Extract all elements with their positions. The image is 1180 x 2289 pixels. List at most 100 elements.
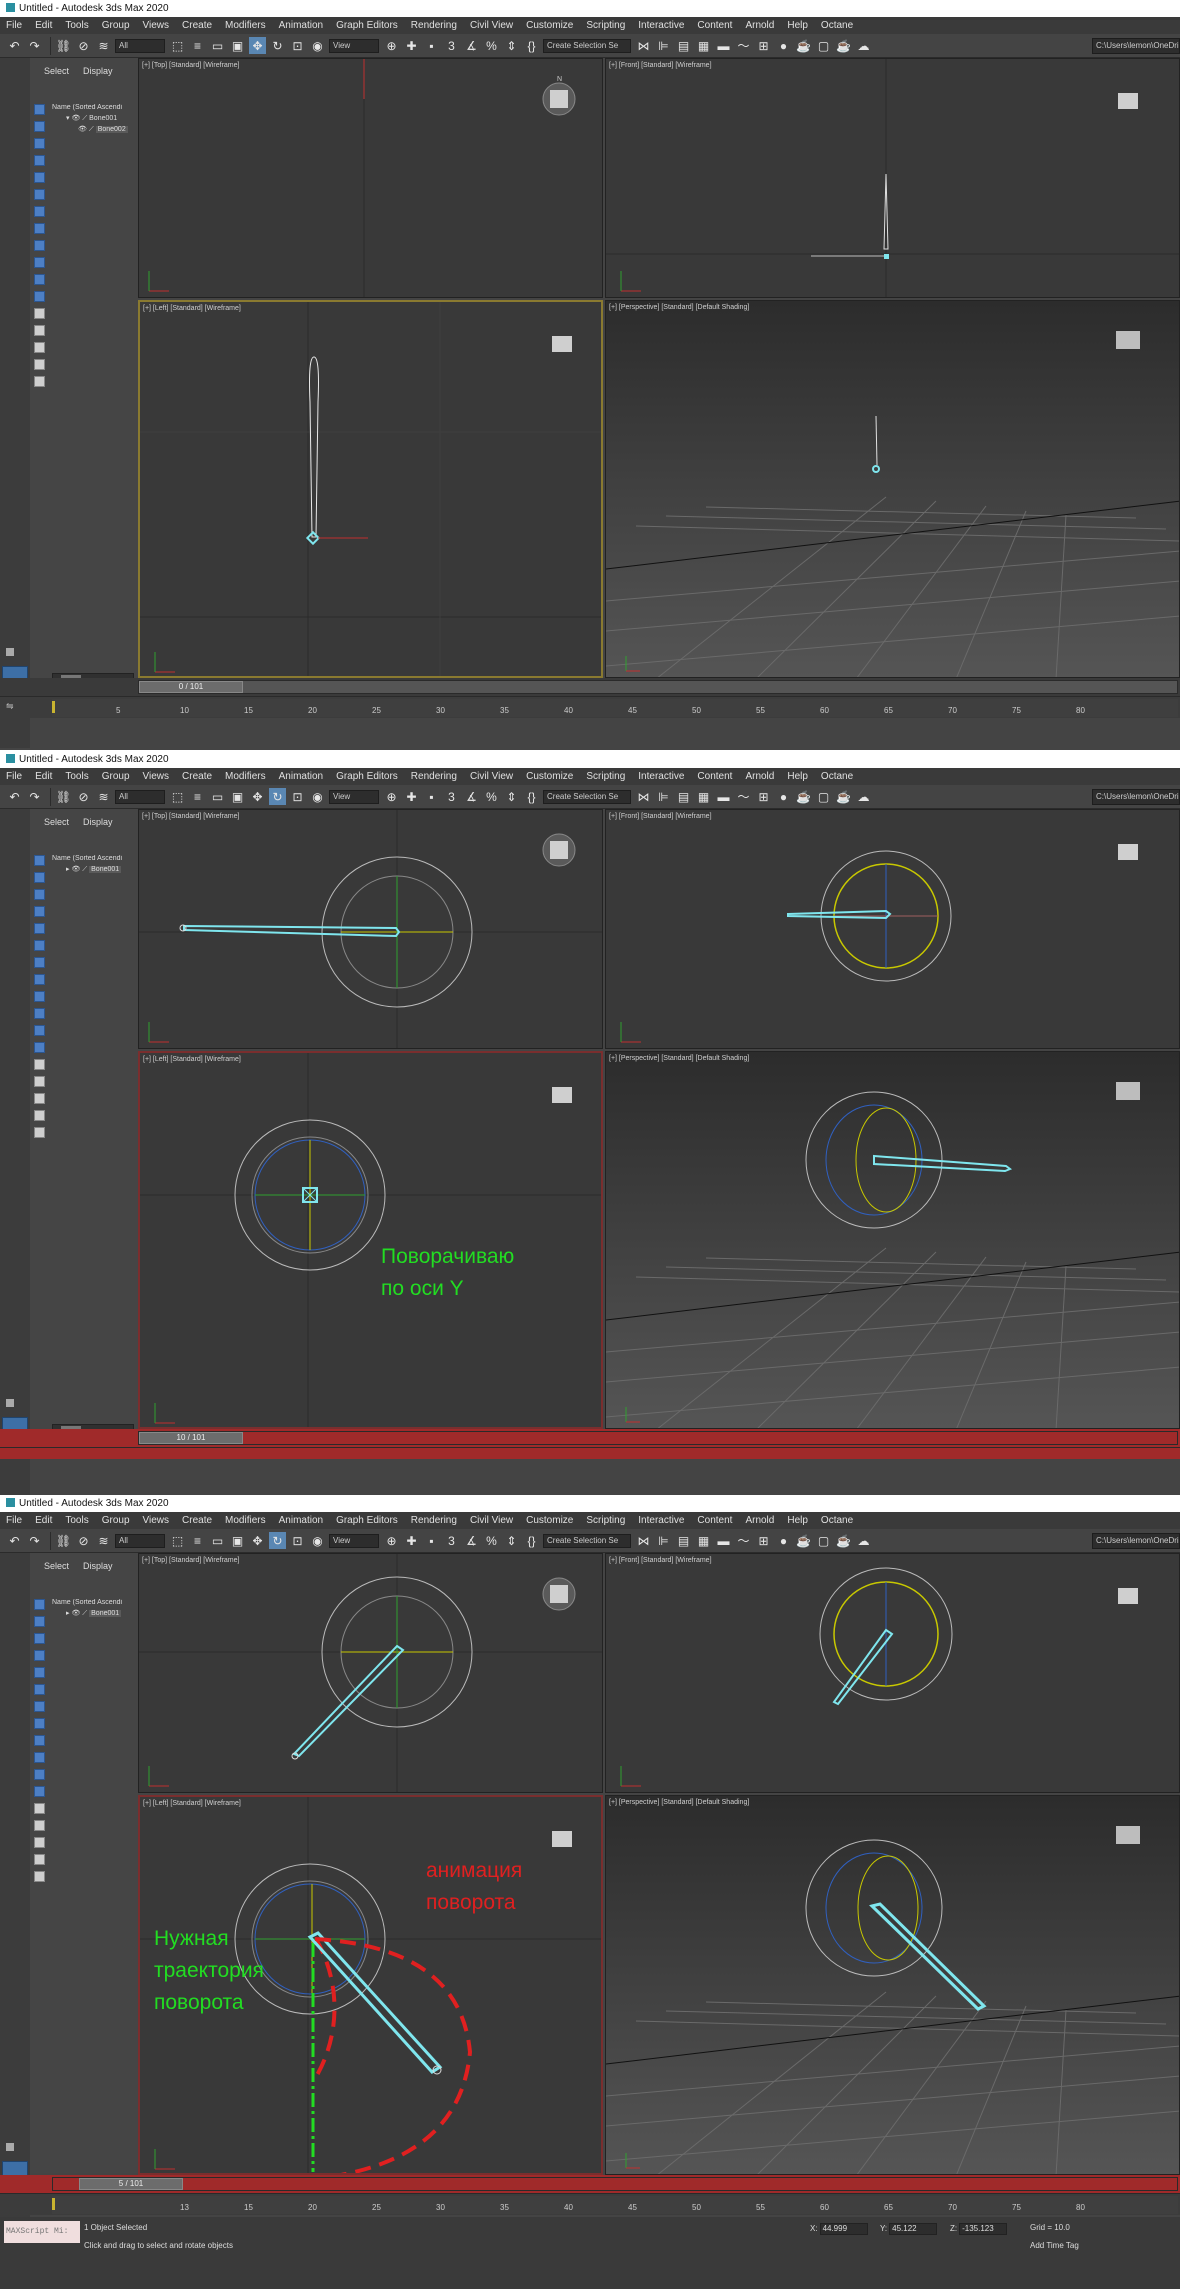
find-icon[interactable] bbox=[34, 1871, 45, 1882]
z-value-field[interactable]: -135.123 bbox=[959, 2223, 1008, 2235]
ribbon-icon[interactable]: ▬ bbox=[715, 1532, 732, 1549]
reference-coordinate-dropdown[interactable]: View bbox=[329, 38, 379, 53]
undo-icon[interactable]: ↶ bbox=[6, 788, 23, 805]
undo-icon[interactable]: ↶ bbox=[6, 1532, 23, 1549]
time-slider[interactable]: 5 / 101 bbox=[52, 2177, 1178, 2191]
mirror-icon[interactable]: ⋈ bbox=[635, 1532, 652, 1549]
containers-filter-icon[interactable] bbox=[34, 257, 45, 268]
menu-views[interactable]: Views bbox=[143, 1515, 170, 1526]
edit-named-selection-icon[interactable]: {} bbox=[523, 788, 540, 805]
render-icon[interactable]: ☕ bbox=[835, 788, 852, 805]
link-icon[interactable]: ⛓ bbox=[55, 1532, 72, 1549]
menu-arnold[interactable]: Arnold bbox=[745, 20, 774, 31]
menu-create[interactable]: Create bbox=[182, 20, 212, 31]
curve-editor-icon[interactable]: 〜 bbox=[735, 37, 752, 54]
menu-arnold[interactable]: Arnold bbox=[745, 1515, 774, 1526]
render-frame-icon[interactable]: ▢ bbox=[815, 1532, 832, 1549]
select-scale-icon[interactable]: ⊡ bbox=[289, 37, 306, 54]
bind-space-warp-icon[interactable]: ≋ bbox=[95, 788, 112, 805]
track-bar[interactable]: ⇋ 5 10 15 20 25 30 35 40 45 50 55 60 65 70 75 80 bbox=[0, 696, 1180, 718]
scene-explorer-icon[interactable]: ▦ bbox=[695, 788, 712, 805]
viewport-left[interactable]: [+] [Left] [Standard] [Wireframe] анимац… bbox=[138, 1795, 603, 2175]
menu-group[interactable]: Group bbox=[102, 771, 130, 782]
align-icon[interactable]: ⊫ bbox=[655, 1532, 672, 1549]
project-path-field[interactable]: C:\Users\lemon\OneDri bbox=[1092, 38, 1180, 54]
ribbon-icon[interactable]: ▬ bbox=[715, 788, 732, 805]
select-move-icon[interactable]: ✥ bbox=[249, 1532, 266, 1549]
select-rotate-icon[interactable]: ↻ bbox=[269, 37, 286, 54]
viewport-top[interactable]: [+] [Top] [Standard] [Wireframe] N bbox=[138, 58, 603, 298]
scene-explorer-icon[interactable]: ▦ bbox=[695, 37, 712, 54]
menu-tools[interactable]: Tools bbox=[65, 20, 88, 31]
a360-icon[interactable]: ☁ bbox=[855, 788, 872, 805]
time-slider[interactable]: 10 / 101 bbox=[138, 1431, 1178, 1445]
redo-icon[interactable]: ↷ bbox=[26, 37, 43, 54]
tab-select[interactable]: Select bbox=[44, 1561, 69, 1571]
material-editor-icon[interactable]: ● bbox=[775, 37, 792, 54]
frozen-filter-icon[interactable] bbox=[34, 1025, 45, 1036]
schematic-view-icon[interactable]: ⊞ bbox=[755, 1532, 772, 1549]
geometry-filter-icon[interactable] bbox=[34, 1599, 45, 1610]
project-path-field[interactable]: C:\Users\lemon\OneDri bbox=[1092, 789, 1180, 805]
tab-display[interactable]: Display bbox=[83, 817, 113, 827]
menu-views[interactable]: Views bbox=[143, 20, 170, 31]
ribbon-icon[interactable]: ▬ bbox=[715, 37, 732, 54]
menu-civil-view[interactable]: Civil View bbox=[470, 20, 513, 31]
edit-named-selection-icon[interactable]: {} bbox=[523, 37, 540, 54]
percent-snap-icon[interactable]: % bbox=[483, 1532, 500, 1549]
keyboard-shortcut-icon[interactable]: ▪ bbox=[423, 37, 440, 54]
viewport-perspective[interactable]: [+] [Perspective] [Standard] [Default Sh… bbox=[605, 300, 1180, 678]
time-slider-thumb[interactable]: 0 / 101 bbox=[139, 681, 243, 693]
manipulate-icon[interactable]: ✚ bbox=[403, 37, 420, 54]
menu-create[interactable]: Create bbox=[182, 1515, 212, 1526]
project-path-field[interactable]: C:\Users\lemon\OneDri bbox=[1092, 1533, 1180, 1549]
keyboard-shortcut-icon[interactable]: ▪ bbox=[423, 1532, 440, 1549]
spinner-snap-icon[interactable]: ⇕ bbox=[503, 788, 520, 805]
menu-animation[interactable]: Animation bbox=[279, 771, 323, 782]
display-all-icon[interactable] bbox=[34, 308, 45, 319]
menu-modifiers[interactable]: Modifiers bbox=[225, 20, 266, 31]
menu-scripting[interactable]: Scripting bbox=[586, 771, 625, 782]
select-rotate-icon[interactable]: ↻ bbox=[269, 788, 286, 805]
time-slider-thumb[interactable]: 5 / 101 bbox=[79, 2178, 183, 2190]
selection-filter-dropdown[interactable]: All bbox=[115, 1533, 165, 1548]
menu-graph-editors[interactable]: Graph Editors bbox=[336, 1515, 398, 1526]
redo-icon[interactable]: ↷ bbox=[26, 1532, 43, 1549]
tab-select[interactable]: Select bbox=[44, 817, 69, 827]
menu-interactive[interactable]: Interactive bbox=[638, 1515, 684, 1526]
select-scale-icon[interactable]: ⊡ bbox=[289, 1532, 306, 1549]
align-icon[interactable]: ⊫ bbox=[655, 37, 672, 54]
place-icon[interactable]: ◉ bbox=[309, 788, 326, 805]
shapes-filter-icon[interactable] bbox=[34, 1616, 45, 1627]
menu-arnold[interactable]: Arnold bbox=[745, 771, 774, 782]
menu-customize[interactable]: Customize bbox=[526, 771, 573, 782]
menu-edit[interactable]: Edit bbox=[35, 20, 52, 31]
display-none-icon[interactable] bbox=[34, 1820, 45, 1831]
menu-content[interactable]: Content bbox=[697, 20, 732, 31]
menu-tools[interactable]: Tools bbox=[65, 1515, 88, 1526]
reference-coordinate-dropdown[interactable]: View bbox=[329, 789, 379, 804]
helpers-filter-icon[interactable] bbox=[34, 923, 45, 934]
select-object-icon[interactable]: ⬚ bbox=[169, 1532, 186, 1549]
display-none-icon[interactable] bbox=[34, 1076, 45, 1087]
percent-snap-icon[interactable]: % bbox=[483, 37, 500, 54]
tree-header[interactable]: Name (Sorted Ascendi bbox=[52, 855, 136, 865]
viewport-front[interactable]: [+] [Front] [Standard] [Wireframe] bbox=[605, 58, 1180, 298]
viewport-perspective[interactable]: [+] [Perspective] [Standard] [Default Sh… bbox=[605, 1051, 1180, 1429]
tree-row-bone001[interactable]: ▾ 👁 ⟋ Bone001 bbox=[52, 114, 136, 125]
containers-filter-icon[interactable] bbox=[34, 1008, 45, 1019]
spacewarps-filter-icon[interactable] bbox=[34, 1684, 45, 1695]
lights-filter-icon[interactable] bbox=[34, 138, 45, 149]
undo-icon[interactable]: ↶ bbox=[6, 37, 23, 54]
menu-tools[interactable]: Tools bbox=[65, 771, 88, 782]
xrefs-filter-icon[interactable] bbox=[34, 223, 45, 234]
menu-edit[interactable]: Edit bbox=[35, 771, 52, 782]
maxscript-listener[interactable]: MAXScript Mi: bbox=[4, 2221, 80, 2243]
menu-rendering[interactable]: Rendering bbox=[411, 771, 457, 782]
snaps-toggle-icon[interactable]: 3 bbox=[443, 788, 460, 805]
menu-graph-editors[interactable]: Graph Editors bbox=[336, 771, 398, 782]
viewport-front[interactable]: [+] [Front] [Standard] [Wireframe] bbox=[605, 809, 1180, 1049]
hidden-filter-icon[interactable] bbox=[34, 1042, 45, 1053]
render-setup-icon[interactable]: ☕ bbox=[795, 37, 812, 54]
menu-file[interactable]: File bbox=[6, 20, 22, 31]
